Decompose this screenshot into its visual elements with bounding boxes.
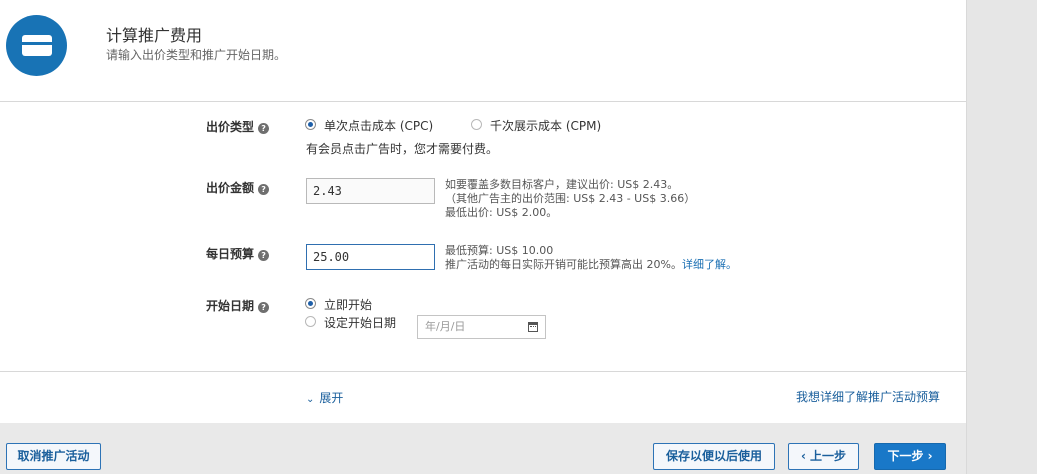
header-divider [0, 101, 966, 102]
start-date-label: 开始日期 [206, 299, 255, 313]
radio-cpm-label[interactable]: 千次展示成本 (CPM) [490, 117, 601, 134]
page-gutter [966, 0, 1037, 474]
radio-cpm[interactable] [471, 119, 482, 130]
bid-type-label-row: 出价类型? [206, 118, 270, 135]
calendar-icon[interactable] [528, 322, 538, 332]
radio-set-date-label[interactable]: 设定开始日期 [324, 314, 396, 331]
bid-amount-input[interactable] [306, 178, 435, 204]
start-date-label-row: 开始日期? [206, 297, 270, 314]
chevron-down-icon: ⌄ [306, 394, 315, 405]
budget-minimum-hint: 最低预算: US$ 10.00 [445, 244, 554, 257]
bid-type-description: 有会员点击广告时，您才需要付费。 [306, 142, 499, 156]
campaign-card: 计算推广费用 请输入出价类型和推广开始日期。 出价类型? 单次点击成本 (CPC… [0, 0, 966, 423]
help-icon[interactable]: ? [258, 123, 270, 134]
daily-budget-label: 每日预算 [206, 247, 255, 261]
bid-amount-label-row: 出价金额? [206, 179, 270, 196]
daily-budget-input[interactable] [306, 244, 435, 270]
previous-button[interactable]: ‹ 上一步 [788, 443, 859, 470]
page-subtitle: 请输入出价类型和推广开始日期。 [106, 48, 287, 62]
bid-suggestion-hint: 如要覆盖多数目标客户，建议出价: US$ 2.43。 [445, 178, 679, 191]
start-date-input[interactable]: 年/月/日 [417, 315, 546, 339]
page-title: 计算推广费用 [106, 26, 203, 45]
radio-start-now[interactable] [305, 298, 316, 309]
help-icon[interactable]: ? [258, 250, 270, 261]
daily-budget-label-row: 每日预算? [206, 245, 270, 262]
help-icon[interactable]: ? [258, 302, 270, 313]
card-band [22, 42, 52, 45]
next-button[interactable]: 下一步 › [874, 443, 946, 470]
expand-toggle[interactable]: ⌄ 展开 [306, 389, 343, 406]
help-icon[interactable]: ? [258, 184, 270, 195]
date-placeholder: 年/月/日 [425, 320, 466, 333]
radio-cpc-label[interactable]: 单次点击成本 (CPC) [324, 117, 433, 134]
footer-divider [0, 371, 966, 372]
credit-card-icon [6, 15, 67, 76]
bid-range-hint: （其他广告主的出价范围: US$ 2.43 - US$ 3.66） [445, 192, 696, 205]
radio-set-date[interactable] [305, 316, 316, 327]
bid-amount-label: 出价金额 [206, 181, 255, 195]
bid-type-label: 出价类型 [206, 120, 255, 134]
expand-label: 展开 [319, 391, 344, 405]
radio-start-now-label[interactable]: 立即开始 [324, 296, 372, 313]
card-shape [22, 35, 52, 56]
save-later-button[interactable]: 保存以便以后使用 [653, 443, 775, 470]
learn-more-link[interactable]: 详细了解。 [682, 258, 737, 271]
budget-overage-hint: 推广活动的每日实际开销可能比预算高出 20%。 [445, 258, 682, 271]
bid-minimum-hint: 最低出价: US$ 2.00。 [445, 206, 558, 219]
budget-overage-hint-row: 推广活动的每日实际开销可能比预算高出 20%。详细了解。 [445, 258, 737, 272]
learn-budget-link[interactable]: 我想详细了解推广活动预算 [796, 388, 940, 405]
cancel-campaign-button[interactable]: 取消推广活动 [6, 443, 101, 470]
radio-cpc[interactable] [305, 119, 316, 130]
